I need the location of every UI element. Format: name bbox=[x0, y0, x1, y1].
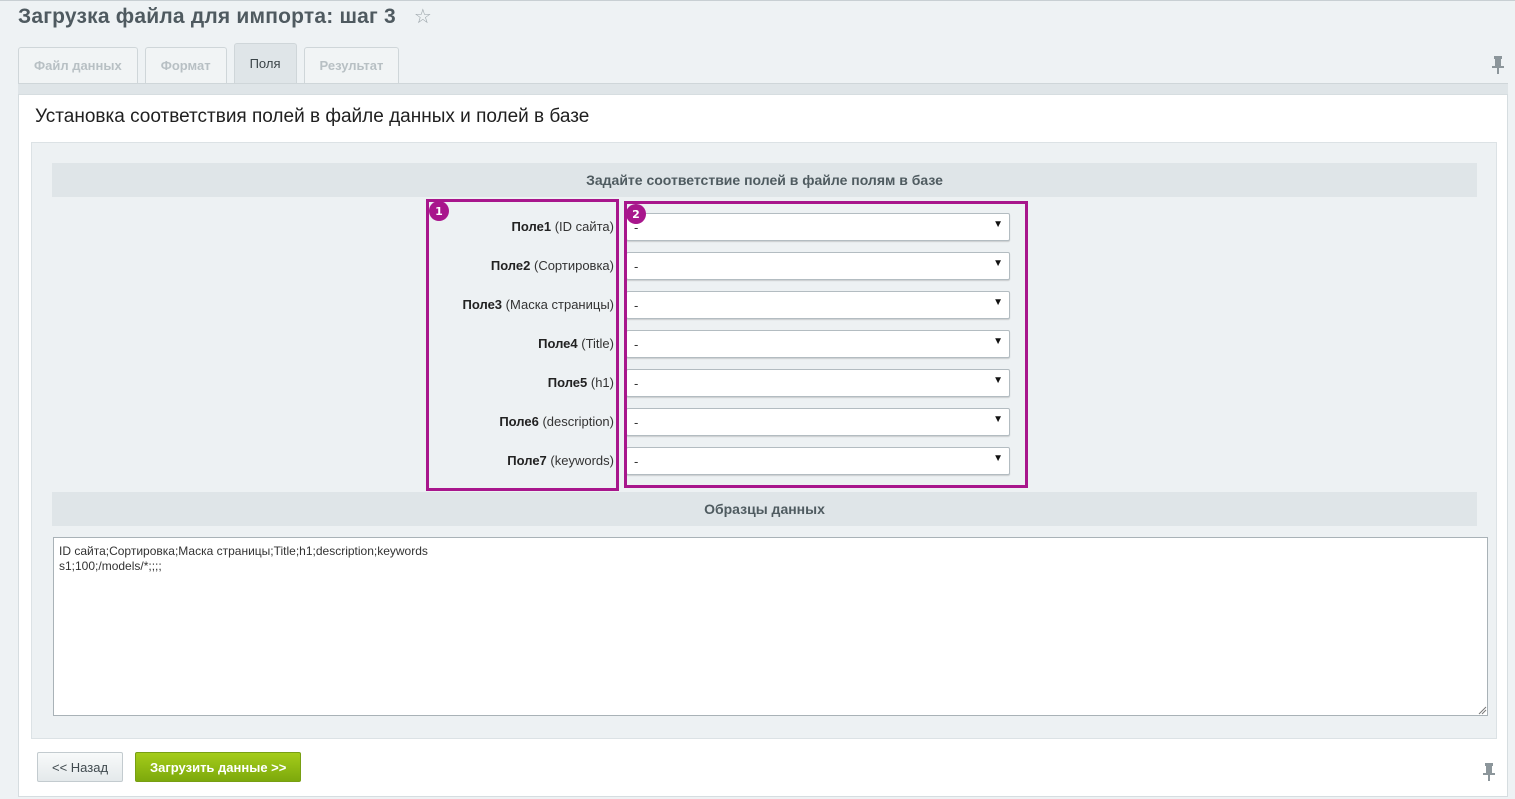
page-title: Загрузка файла для импорта: шаг 3 bbox=[18, 5, 396, 28]
mapping-form: Задайте соответствие полей в файле полям… bbox=[31, 142, 1497, 739]
annotation-box-selects bbox=[624, 201, 1028, 488]
page: Загрузка файла для импорта: шаг 3 ☆ Файл… bbox=[0, 0, 1515, 799]
tab-fields[interactable]: Поля bbox=[233, 43, 297, 83]
annotation-badge-2: 2 bbox=[626, 204, 646, 224]
annotation-badge-1: 1 bbox=[429, 201, 449, 221]
samples-header: Образцы данных bbox=[52, 492, 1477, 526]
tab-panel: Установка соответствия полей в файле дан… bbox=[18, 94, 1508, 797]
annotation-box-labels bbox=[426, 199, 619, 491]
mapping-header: Задайте соответствие полей в файле полям… bbox=[52, 163, 1477, 197]
panel-heading: Установка соответствия полей в файле дан… bbox=[35, 106, 590, 127]
star-icon[interactable]: ☆ bbox=[414, 7, 432, 27]
pin-icon[interactable] bbox=[1491, 55, 1505, 75]
tab-format[interactable]: Формат bbox=[144, 47, 227, 83]
tabs-underline bbox=[18, 83, 1508, 94]
tab-bar: Файл данных Формат Поля Результат bbox=[18, 43, 400, 83]
sample-data-textarea[interactable]: ID сайта;Сортировка;Маска страницы;Title… bbox=[53, 537, 1488, 716]
tab-data-file[interactable]: Файл данных bbox=[18, 47, 138, 83]
load-data-button[interactable]: Загрузить данные >> bbox=[135, 752, 302, 782]
pin-icon[interactable] bbox=[1482, 762, 1496, 782]
back-button[interactable]: << Назад bbox=[37, 752, 124, 782]
resize-grip-icon[interactable] bbox=[1477, 705, 1487, 715]
title-row: Загрузка файла для импорта: шаг 3 ☆ bbox=[18, 3, 432, 31]
tab-result[interactable]: Результат bbox=[303, 47, 400, 83]
